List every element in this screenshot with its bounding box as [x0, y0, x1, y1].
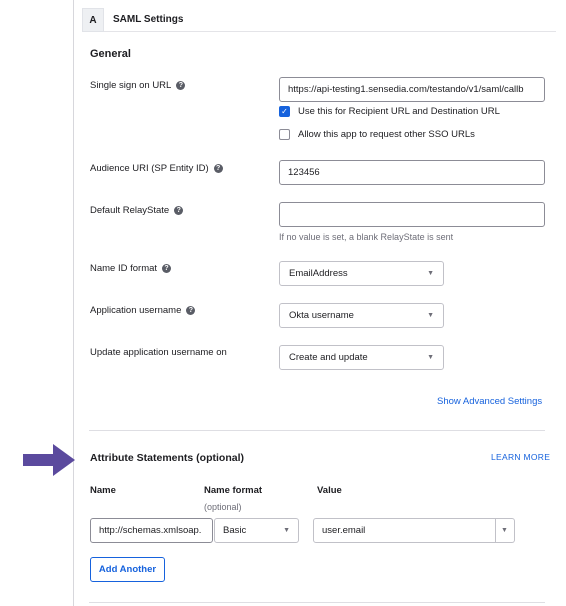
- chevron-down-icon: ▼: [427, 312, 434, 319]
- chevron-down-icon[interactable]: ▼: [495, 518, 515, 543]
- name-format-optional-note: (optional): [204, 502, 242, 512]
- help-icon[interactable]: ?: [176, 81, 186, 90]
- app-username-label-text: Application username: [90, 305, 182, 316]
- relay-state-label-text: Default RelayState: [90, 205, 170, 216]
- section-divider: [89, 430, 545, 431]
- section-divider: [104, 31, 556, 32]
- learn-more-link[interactable]: LEARN MORE: [491, 452, 550, 462]
- general-heading: General: [90, 48, 131, 60]
- name-id-format-label: Name ID format ?: [90, 263, 172, 274]
- relay-state-input[interactable]: [279, 202, 545, 227]
- attribute-name-format-select[interactable]: Basic ▼: [214, 518, 299, 543]
- update-username-value: Create and update: [289, 352, 368, 363]
- help-icon[interactable]: ?: [213, 164, 223, 173]
- name-id-format-label-text: Name ID format: [90, 263, 158, 274]
- sso-url-label: Single sign on URL ?: [90, 80, 186, 91]
- right-arrow-icon: [23, 444, 75, 476]
- column-header-name-format: Name format: [204, 485, 263, 496]
- attribute-name-input[interactable]: http://schemas.xmlsoap.: [90, 518, 213, 543]
- relay-state-label: Default RelayState ?: [90, 205, 184, 216]
- allow-sso-urls-checkbox[interactable]: [279, 129, 290, 140]
- allow-sso-urls-checkbox-row[interactable]: Allow this app to request other SSO URLs: [279, 129, 475, 140]
- audience-uri-input[interactable]: 123456: [279, 160, 545, 185]
- app-username-value: Okta username: [289, 310, 354, 321]
- show-advanced-settings-link[interactable]: Show Advanced Settings: [437, 396, 542, 407]
- audience-uri-label: Audience URI (SP Entity ID) ?: [90, 163, 223, 174]
- sso-url-label-text: Single sign on URL: [90, 80, 172, 91]
- add-another-button[interactable]: Add Another: [90, 557, 165, 582]
- section-letter-badge: A: [82, 8, 104, 32]
- audience-uri-label-text: Audience URI (SP Entity ID): [90, 163, 209, 174]
- checkmark-icon[interactable]: ✓: [279, 106, 290, 117]
- section-title: SAML Settings: [113, 14, 184, 25]
- attribute-name-format-value: Basic: [223, 525, 247, 536]
- help-icon[interactable]: ?: [186, 306, 196, 315]
- recipient-url-checkbox-row[interactable]: ✓ Use this for Recipient URL and Destina…: [279, 106, 500, 117]
- name-id-format-value: EmailAddress: [289, 268, 348, 279]
- recipient-url-checkbox-label: Use this for Recipient URL and Destinati…: [298, 106, 500, 117]
- help-icon[interactable]: ?: [174, 206, 184, 215]
- section-divider: [89, 602, 545, 603]
- chevron-down-icon: ▼: [427, 270, 434, 277]
- column-header-value: Value: [317, 485, 342, 496]
- column-header-name: Name: [90, 485, 116, 496]
- update-username-select[interactable]: Create and update ▼: [279, 345, 444, 370]
- chevron-down-icon: ▼: [283, 527, 290, 534]
- help-icon[interactable]: ?: [162, 264, 172, 273]
- update-username-label-text: Update application username on: [90, 347, 227, 358]
- panel-border: [73, 0, 74, 606]
- attribute-value-input[interactable]: user.email: [313, 518, 496, 543]
- chevron-down-icon: ▼: [427, 354, 434, 361]
- name-id-format-select[interactable]: EmailAddress ▼: [279, 261, 444, 286]
- allow-sso-urls-checkbox-label: Allow this app to request other SSO URLs: [298, 129, 475, 140]
- update-username-label: Update application username on: [90, 347, 227, 358]
- relay-state-hint: If no value is set, a blank RelayState i…: [279, 232, 454, 242]
- app-username-label: Application username ?: [90, 305, 196, 316]
- attribute-statements-heading: Attribute Statements (optional): [90, 452, 244, 464]
- app-username-select[interactable]: Okta username ▼: [279, 303, 444, 328]
- sso-url-input[interactable]: https://api-testing1.sensedia.com/testan…: [279, 77, 545, 102]
